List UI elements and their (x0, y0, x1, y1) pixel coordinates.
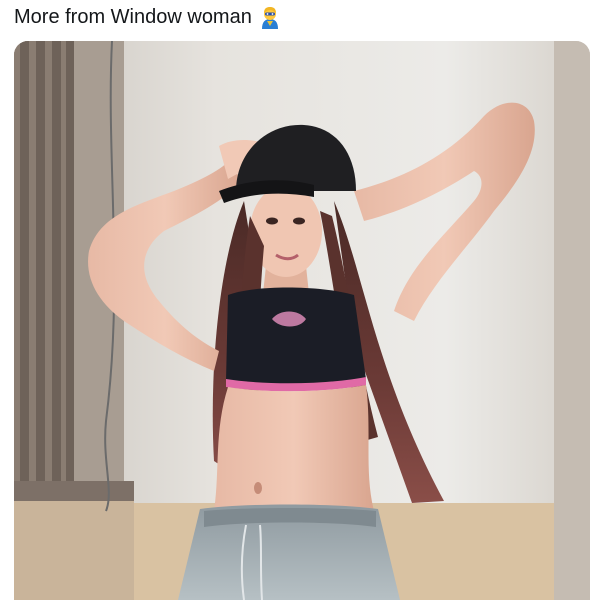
wall-right-edge (554, 41, 590, 600)
window-ledge (14, 501, 134, 600)
navel (254, 482, 262, 494)
tweet-text-row: More from Window woman (14, 2, 282, 32)
window-sill (14, 481, 134, 501)
left-eye (266, 217, 278, 225)
superhero-woman-emoji-icon (258, 5, 282, 29)
crop-top (226, 287, 366, 386)
torso (214, 385, 374, 511)
tweet-photo[interactable] (14, 41, 590, 600)
tweet-text: More from Window woman (14, 5, 252, 28)
photo-illustration (14, 41, 590, 600)
right-eye (293, 217, 305, 225)
